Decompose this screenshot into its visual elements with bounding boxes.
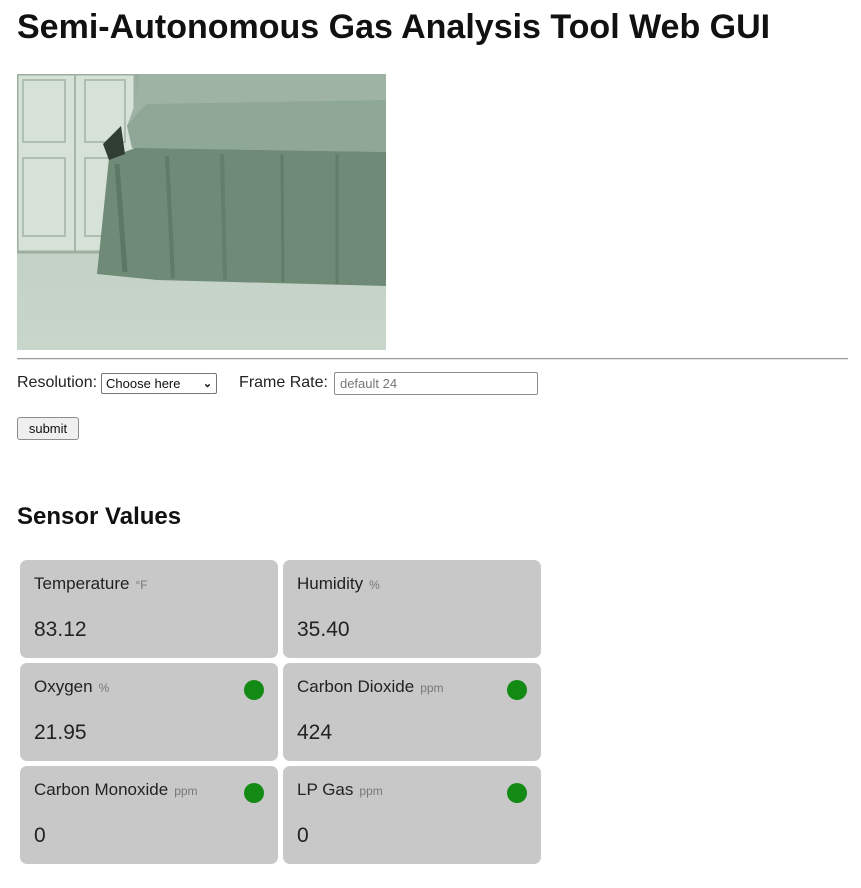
sensor-value: 83.12: [34, 618, 87, 641]
sensor-unit: ppm: [174, 784, 198, 798]
resolution-label: Resolution:: [17, 374, 98, 391]
sensor-label: LP Gas: [297, 780, 354, 799]
status-indicator-dot: [244, 680, 264, 700]
camera-controls: Resolution: Choose here ⌄ Frame Rate: de…: [17, 370, 538, 396]
page-title: Semi-Autonomous Gas Analysis Tool Web GU…: [17, 8, 771, 46]
status-indicator-dot: [507, 783, 527, 803]
sensor-unit: %: [369, 578, 380, 592]
sensor-value: 0: [297, 824, 309, 847]
sensor-value: 35.40: [297, 618, 350, 641]
sensor-unit: ppm: [359, 784, 383, 798]
sensor-value: 0: [34, 824, 46, 847]
frame-rate-label: Frame Rate:: [239, 374, 328, 391]
frame-rate-input[interactable]: default 24: [333, 371, 538, 395]
sensor-label: Humidity: [297, 574, 364, 593]
resolution-select[interactable]: Choose here ⌄: [101, 372, 218, 394]
sensor-label: Carbon Monoxide: [34, 780, 169, 799]
sensor-values-heading: Sensor Values: [17, 503, 182, 530]
resolution-select-value: Choose here: [106, 375, 181, 391]
submit-button[interactable]: submit: [17, 417, 79, 440]
sensor-card-humidity: Humidity % 35.40: [283, 560, 541, 658]
sensor-value: 424: [297, 721, 333, 744]
sensor-card-temperature: Temperature °F 83.12: [20, 560, 278, 658]
sensor-card-carbon-monoxide: Carbon Monoxide ppm 0: [20, 766, 278, 864]
sensor-card-carbon-dioxide: Carbon Dioxide ppm 424: [283, 663, 541, 761]
sensor-label: Temperature: [34, 574, 130, 593]
sensor-value: 21.95: [34, 721, 87, 744]
sensor-unit: ppm: [420, 681, 444, 695]
sensor-grid: Temperature °F 83.12 Humidity % 35.40 Ox…: [20, 560, 542, 864]
divider: [17, 358, 848, 360]
sensor-unit: %: [98, 681, 110, 695]
status-indicator-dot: [507, 680, 527, 700]
sensor-card-lp-gas: LP Gas ppm 0: [283, 766, 541, 864]
chevron-down-icon: ⌄: [202, 377, 213, 390]
camera-feed: [17, 74, 386, 350]
sensor-label: Oxygen: [34, 677, 93, 696]
sensor-label: Carbon Dioxide: [297, 677, 415, 696]
status-indicator-dot: [244, 783, 264, 803]
sensor-card-oxygen: Oxygen % 21.95: [20, 663, 278, 761]
frame-rate-placeholder: default 24: [339, 375, 398, 391]
camera-frame-image: [17, 74, 386, 350]
sensor-unit: °F: [135, 578, 148, 592]
